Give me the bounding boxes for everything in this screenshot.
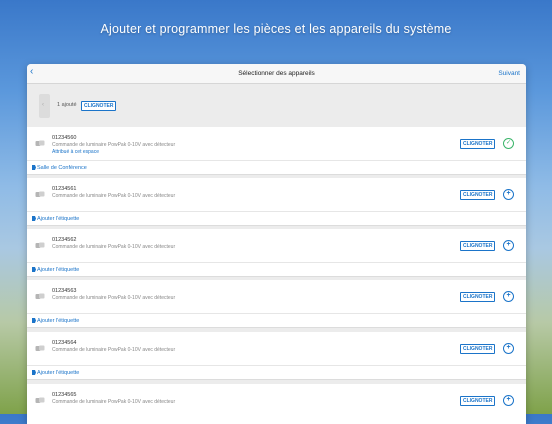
tag-bar[interactable]: Ajouter l'étiquette — [27, 365, 526, 379]
hero-title: Ajouter et programmer les pièces et les … — [100, 22, 452, 36]
flash-button[interactable]: CLIGNOTER — [460, 344, 496, 354]
add-tag-link[interactable]: Ajouter l'étiquette — [37, 318, 79, 324]
tag-icon — [32, 216, 36, 221]
device-serial: 01234562 — [52, 237, 77, 243]
add-icon[interactable]: + — [503, 395, 514, 406]
device-description: Commande de luminaire PowPak 0-10V avec … — [52, 193, 176, 199]
device-card: 01234560 Commande de luminaire PowPak 0-… — [27, 127, 526, 175]
device-card: 01234564 Commande de luminaire PowPak 0-… — [27, 332, 526, 380]
flash-button[interactable]: CLIGNOTER — [460, 139, 496, 149]
device-icon — [35, 242, 45, 248]
chevron-left-icon: ‹ — [42, 102, 44, 108]
device-description: Commande de luminaire PowPak 0-10V avec … — [52, 142, 176, 148]
device-card: 01234565 Commande de luminaire PowPak 0-… — [27, 384, 526, 424]
tag-bar[interactable]: Ajouter l'étiquette — [27, 262, 526, 276]
navigation-bar: ‹ Sélectionner des appareils Suivant — [27, 64, 526, 84]
added-count: 1 ajouté — [57, 102, 77, 108]
device-serial: 01234561 — [52, 186, 77, 192]
add-icon[interactable]: + — [503, 343, 514, 354]
tag-icon — [32, 318, 36, 323]
flash-button[interactable]: CLIGNOTER — [460, 190, 496, 200]
flash-button[interactable]: CLIGNOTER — [460, 396, 496, 406]
next-button[interactable]: Suivant — [498, 70, 520, 77]
device-description: Commande de luminaire PowPak 0-10V avec … — [52, 399, 176, 405]
add-tag-link[interactable]: Ajouter l'étiquette — [37, 216, 79, 222]
tag-bar[interactable]: Salle de Conférence — [27, 160, 526, 174]
tag-label[interactable]: Salle de Conférence — [37, 165, 87, 171]
device-serial: 01234565 — [52, 392, 77, 398]
checkmark-icon[interactable]: ✓ — [503, 138, 514, 149]
device-card: 01234562 Commande de luminaire PowPak 0-… — [27, 229, 526, 277]
page-title: Sélectionner des appareils — [238, 70, 315, 77]
selection-summary: ‹ 1 ajouté CLIGNOTER — [27, 84, 526, 124]
flash-button[interactable]: CLIGNOTER — [460, 241, 496, 251]
device-serial: 01234564 — [52, 340, 77, 346]
add-tag-link[interactable]: Ajouter l'étiquette — [37, 370, 79, 376]
add-icon[interactable]: + — [503, 291, 514, 302]
tag-bar[interactable]: Ajouter l'étiquette — [27, 313, 526, 327]
flash-all-button[interactable]: CLIGNOTER — [81, 101, 117, 111]
device-card: 01234561 Commande de luminaire PowPak 0-… — [27, 178, 526, 226]
device-serial: 01234563 — [52, 288, 77, 294]
device-description: Commande de luminaire PowPak 0-10V avec … — [52, 295, 176, 301]
tag-icon — [32, 267, 36, 272]
flash-button[interactable]: CLIGNOTER — [460, 292, 496, 302]
add-icon[interactable]: + — [503, 189, 514, 200]
tag-bar[interactable]: Ajouter l'étiquette — [27, 211, 526, 225]
device-icon — [35, 293, 45, 299]
device-icon — [35, 140, 45, 146]
device-description: Commande de luminaire PowPak 0-10V avec … — [52, 347, 176, 353]
device-description: Commande de luminaire PowPak 0-10V avec … — [52, 244, 176, 250]
device-card: 01234563 Commande de luminaire PowPak 0-… — [27, 280, 526, 328]
device-serial: 01234560 — [52, 135, 77, 141]
tag-icon — [32, 165, 36, 170]
device-selection-panel: ‹ Sélectionner des appareils Suivant ‹ 1… — [27, 64, 526, 424]
add-tag-link[interactable]: Ajouter l'étiquette — [37, 267, 79, 273]
device-icon — [35, 345, 45, 351]
add-icon[interactable]: + — [503, 240, 514, 251]
device-icon — [35, 191, 45, 197]
device-placeholder-thumbnail: ‹ — [39, 94, 50, 118]
device-icon — [35, 397, 45, 403]
device-area-assignment[interactable]: Attribué à cet espace — [52, 149, 99, 155]
tag-icon — [32, 370, 36, 375]
